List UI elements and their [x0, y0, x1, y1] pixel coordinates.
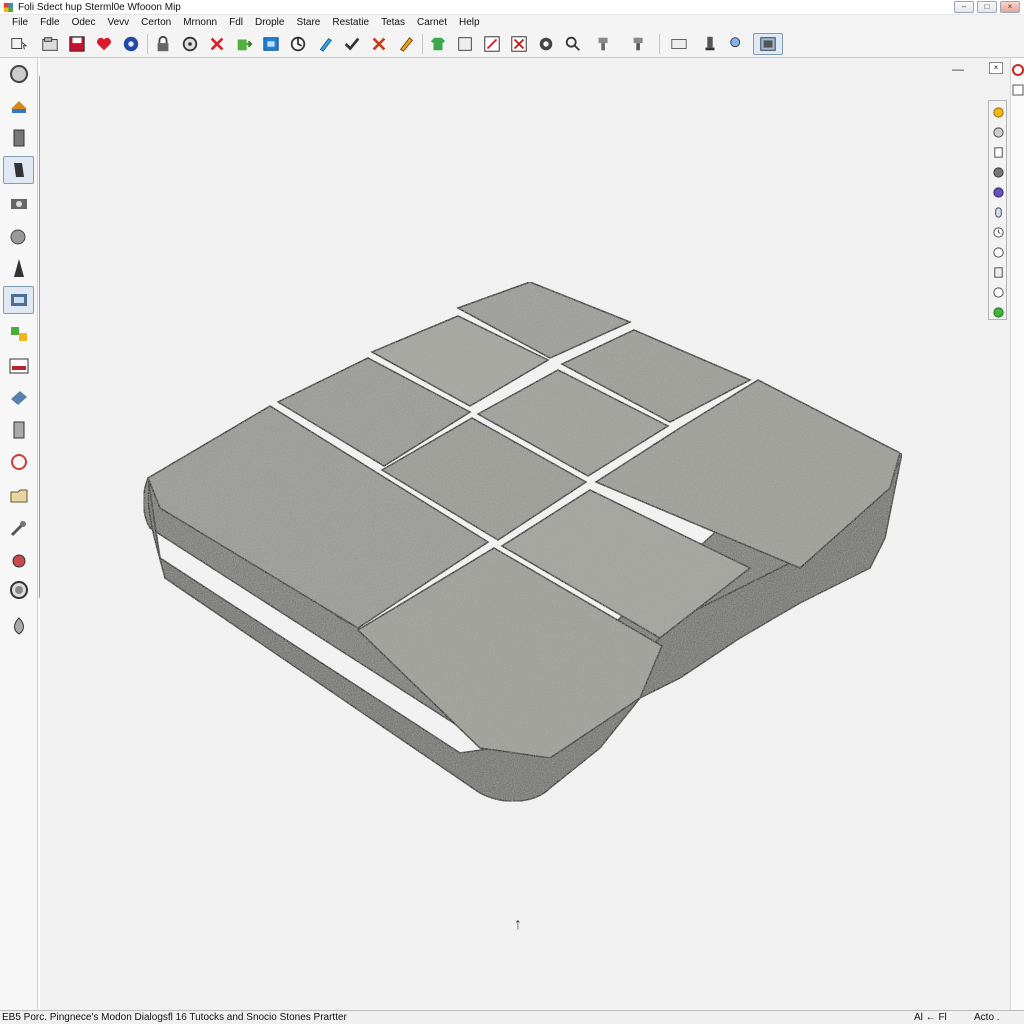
large-tool-palette	[0, 58, 38, 1010]
search-icon[interactable]	[562, 33, 584, 55]
menu-edit[interactable]: Fdle	[34, 17, 65, 28]
sphere-tool-icon[interactable]	[3, 222, 34, 250]
cone-tool-icon[interactable]	[3, 254, 34, 282]
target-icon[interactable]	[3, 576, 34, 604]
sun-icon[interactable]	[991, 105, 1005, 119]
page-icon[interactable]	[991, 145, 1005, 159]
toolbar-separator	[659, 33, 660, 54]
menu-tools[interactable]: Tetas	[375, 17, 411, 28]
status-ok-icon[interactable]	[991, 305, 1005, 319]
rectangle-icon[interactable]	[454, 33, 476, 55]
info-icon[interactable]	[991, 245, 1005, 259]
menu-stare[interactable]: Stare	[290, 17, 326, 28]
toolbar-separator	[147, 33, 148, 54]
title-bar: Foli Sdect hup Sterml0e Wfooon Mip – □ ×	[0, 0, 1024, 15]
delete-icon[interactable]	[206, 33, 228, 55]
panel-close-button[interactable]: ×	[989, 62, 1003, 74]
orbit-icon[interactable]	[179, 33, 201, 55]
hand-tool-icon[interactable]	[3, 156, 34, 184]
folder-icon[interactable]	[3, 482, 34, 510]
erase-icon[interactable]	[368, 33, 390, 55]
stone-paving-model	[142, 281, 903, 802]
status-measurement: Al ← Fl	[914, 1012, 947, 1023]
paint-icon[interactable]	[726, 33, 748, 55]
section-icon[interactable]	[481, 33, 503, 55]
app-icon	[3, 2, 14, 12]
axis-origin-icon: ↑	[514, 916, 522, 933]
menu-view[interactable]: Vevv	[101, 17, 135, 28]
maximize-button[interactable]: □	[977, 1, 997, 13]
extension-icon[interactable]	[3, 546, 34, 574]
model-viewport[interactable]: — ↑	[40, 58, 1010, 1010]
shadow-icon[interactable]	[991, 125, 1005, 139]
menu-mrnonn[interactable]: Mrnonn	[177, 17, 223, 28]
paint-tool-icon[interactable]	[3, 92, 34, 120]
model-info-icon[interactable]	[3, 286, 34, 314]
materials-icon[interactable]	[3, 384, 34, 412]
status-bar: EB5 Porc. Pingnece's Modon Dialogsfl 16 …	[0, 1010, 1024, 1024]
status-message: EB5 Porc. Pingnece's Modon Dialogsfl 16 …	[2, 1012, 347, 1023]
status-value-box[interactable]: Acto .	[974, 1012, 1000, 1023]
globe-icon[interactable]	[120, 33, 142, 55]
person-icon[interactable]	[991, 205, 1005, 219]
tape-measure-icon[interactable]	[314, 33, 336, 55]
menu-camera[interactable]: Certon	[135, 17, 177, 28]
style-icon[interactable]	[991, 185, 1005, 199]
menu-help[interactable]: Help	[453, 17, 486, 28]
pencil-icon[interactable]	[395, 33, 417, 55]
toolbar-separator	[422, 33, 423, 54]
layer-icon[interactable]	[699, 33, 721, 55]
move-icon[interactable]	[589, 33, 619, 55]
gear-icon[interactable]	[535, 33, 557, 55]
menu-draw[interactable]: Drople	[249, 17, 290, 28]
menu-window[interactable]: Carnet	[411, 17, 453, 28]
paint-bucket-icon[interactable]	[260, 33, 282, 55]
wrench-icon[interactable]	[3, 514, 34, 542]
select-icon[interactable]	[4, 33, 34, 55]
bulb-icon[interactable]	[991, 285, 1005, 299]
fog-icon[interactable]	[991, 165, 1005, 179]
viewport-minimize-icon[interactable]: —	[952, 62, 964, 76]
push-pull-icon[interactable]	[233, 33, 255, 55]
leaf-icon[interactable]	[3, 612, 34, 640]
cancel-box-icon[interactable]	[508, 33, 530, 55]
orbit-tool-icon[interactable]	[3, 60, 34, 88]
scenes-icon[interactable]	[3, 352, 34, 380]
minimize-button[interactable]: –	[954, 1, 974, 13]
layers-icon[interactable]	[3, 416, 34, 444]
components-icon[interactable]	[3, 320, 34, 348]
dimension-icon[interactable]	[664, 33, 694, 55]
outliner-icon[interactable]	[3, 448, 34, 476]
camera-tool-icon[interactable]	[3, 190, 34, 218]
menu-fdl[interactable]: Fdl	[223, 17, 249, 28]
menu-odec[interactable]: Odec	[66, 17, 102, 28]
lock-icon[interactable]	[152, 33, 174, 55]
menu-file[interactable]: File	[6, 17, 34, 28]
menu-restatie[interactable]: Restatie	[326, 17, 375, 28]
open-folder-icon[interactable]	[39, 33, 61, 55]
clock-icon[interactable]	[991, 225, 1005, 239]
zoom-window-icon[interactable]	[753, 32, 783, 55]
right-edge-strip	[1010, 58, 1024, 1010]
component-tool-icon[interactable]	[3, 124, 34, 152]
close-button[interactable]: ×	[1000, 1, 1020, 13]
main-toolbar	[0, 30, 1024, 58]
save-icon[interactable]	[66, 33, 88, 55]
checkmark-icon[interactable]	[341, 33, 363, 55]
menu-bar: File Fdle Odec Vevv Certon Mrnonn Fdl Dr…	[0, 15, 1024, 30]
right-tool-palette	[988, 100, 1007, 320]
shirt-icon[interactable]	[427, 33, 449, 55]
list-icon[interactable]	[991, 265, 1005, 279]
text-icon[interactable]	[624, 33, 654, 55]
grid-small-icon[interactable]	[1012, 84, 1024, 96]
rotate-icon[interactable]	[287, 33, 309, 55]
heart-icon[interactable]	[93, 33, 115, 55]
record-icon[interactable]	[1012, 64, 1024, 76]
window-title: Foli Sdect hup Sterml0e Wfooon Mip	[18, 1, 181, 13]
